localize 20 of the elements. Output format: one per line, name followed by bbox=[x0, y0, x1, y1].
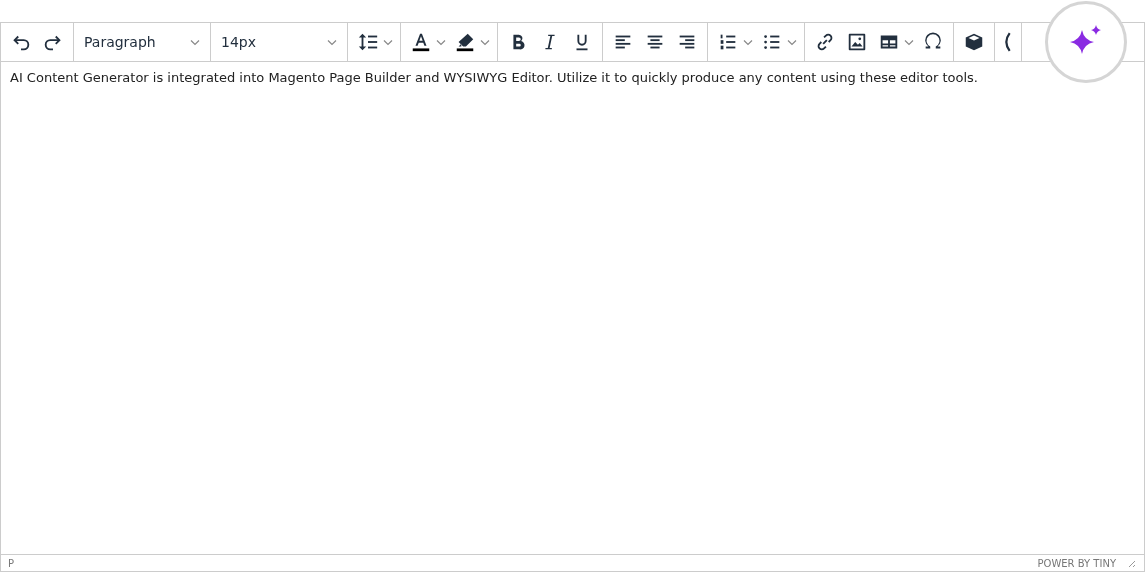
element-path[interactable]: P bbox=[8, 557, 1038, 569]
branding-label: POWER BY TINY bbox=[1037, 557, 1116, 569]
chevron-icon bbox=[327, 38, 337, 46]
format-dropdown[interactable]: Paragraph bbox=[78, 27, 206, 57]
format-dropdown[interactable]: 14px bbox=[215, 27, 343, 57]
parenthesis-icon bbox=[1004, 32, 1012, 52]
box-icon bbox=[963, 31, 985, 53]
resize-handle-icon[interactable] bbox=[1126, 558, 1136, 568]
chevron-icon bbox=[190, 38, 200, 46]
chevron-icon bbox=[436, 38, 446, 46]
image-icon bbox=[846, 31, 868, 53]
chevron-icon bbox=[743, 38, 753, 46]
chevron-icon bbox=[480, 38, 490, 46]
chevron-icon bbox=[904, 38, 914, 46]
chevron-icon bbox=[787, 38, 797, 46]
line-height-icon bbox=[357, 31, 379, 53]
text-color-icon bbox=[410, 31, 432, 53]
highlighter-icon bbox=[454, 31, 476, 53]
chevron-icon bbox=[383, 38, 393, 46]
paragraph: AI Content Generator is integrated into Magento Page Builder and WYSIWYG Editor. Utilize it to quickly produce any content using these editor tools. bbox=[10, 70, 979, 85]
